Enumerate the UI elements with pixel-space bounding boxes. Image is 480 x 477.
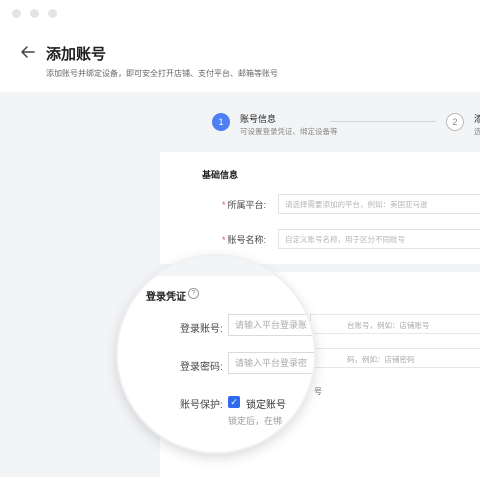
magnifier-content: 登录凭证 ? 登录账号: 登录密码: 账号保护: ✓ 锁定账号 锁定后，在绑 (118, 256, 314, 452)
step-2-desc: 选 (474, 127, 480, 136)
step-1-desc: 可设置登录凭证、绑定设备等 (240, 127, 338, 136)
platform-select[interactable] (278, 194, 480, 214)
required-mark: * (222, 235, 226, 245)
login-password-input[interactable] (228, 352, 314, 374)
bg-login-password-field: 码，例如：店铺密码 (310, 348, 480, 368)
lock-account-label: 锁定账号 (246, 400, 286, 411)
login-account-label: 登录账号: (180, 324, 223, 335)
magnifier-gap (118, 256, 314, 276)
account-name-label: * 账号名称: (222, 233, 266, 246)
window-minimize-dot[interactable] (30, 9, 39, 18)
lock-account-checkbox[interactable]: ✓ (228, 396, 240, 408)
bg-login-account-field: 台账号，例如：店铺账号 (310, 314, 480, 334)
credentials-title: 登录凭证 (146, 292, 186, 303)
required-mark: * (222, 200, 226, 210)
stepper: 1 账号信息 可设置登录凭证、绑定设备等 2 添 选 (160, 92, 480, 150)
basic-info-card: 基础信息 *所属平台: *账号名称: (160, 152, 480, 264)
step-2-circle: 2 (446, 113, 464, 131)
page-subtitle: 添加账号并绑定设备，即可安全打开店铺、支付平台、邮箱等账号 (46, 69, 278, 78)
page-header: 添加账号 添加账号并绑定设备，即可安全打开店铺、支付平台、邮箱等账号 (0, 30, 480, 92)
window-maximize-dot[interactable] (48, 9, 57, 18)
bg-protect-suffix: 号 (314, 387, 322, 396)
page-title: 添加账号 (46, 46, 107, 63)
login-password-label: 登录密码: (180, 362, 223, 373)
question-circle-icon[interactable]: ? (188, 288, 199, 299)
step-connector (330, 121, 436, 122)
step-1-title: 账号信息 (240, 114, 277, 124)
window-close-dot[interactable] (12, 9, 21, 18)
account-name-label-text: 账号名称: (227, 235, 267, 245)
lock-hint-text: 锁定后，在绑 (228, 416, 283, 426)
step-2-title: 添 (474, 114, 480, 124)
bg-login-password-placeholder: 码，例如：店铺密码 (347, 355, 415, 364)
window-titlebar (0, 0, 480, 30)
platform-label-text: 所属平台: (227, 200, 267, 210)
step-1-circle: 1 (212, 113, 230, 131)
bg-login-account-placeholder: 台账号，例如：店铺账号 (347, 321, 430, 330)
magnifier-lens: 登录凭证 ? 登录账号: 登录密码: 账号保护: ✓ 锁定账号 锁定后，在绑 (118, 256, 314, 452)
back-arrow-icon[interactable] (18, 42, 38, 62)
platform-label: * 所属平台: (222, 198, 266, 211)
basic-info-title: 基础信息 (202, 170, 239, 180)
login-account-input[interactable] (228, 314, 314, 336)
account-name-input[interactable] (278, 229, 480, 249)
account-protect-label: 账号保护: (180, 400, 223, 411)
